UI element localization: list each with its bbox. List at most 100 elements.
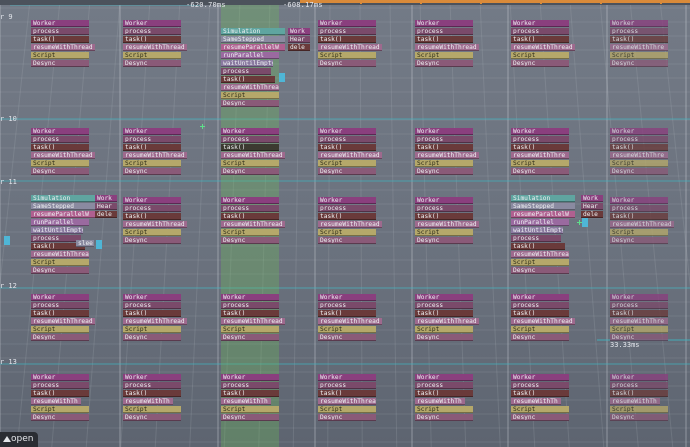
profiler-block[interactable]: process [610, 205, 668, 212]
profiler-block[interactable]: Worker [221, 197, 279, 204]
profiler-block[interactable]: task() [318, 310, 376, 317]
profiler-block[interactable]: Desync [31, 60, 89, 67]
profiler-block[interactable]: Worker [31, 20, 89, 27]
profiler-block[interactable]: process [318, 205, 376, 212]
open-button[interactable]: open [0, 432, 38, 447]
profiler-block[interactable]: Script [610, 229, 668, 236]
profiler-block[interactable]: dele [288, 44, 310, 51]
profiler-block[interactable]: task() [123, 390, 181, 397]
profiler-block[interactable]: Script [123, 160, 181, 167]
profiler-block[interactable]: Desync [123, 60, 181, 67]
profiler-block[interactable]: task() [318, 213, 376, 220]
profiler-block[interactable]: task() [123, 213, 181, 220]
profiler-block[interactable]: Worker [318, 374, 376, 381]
profiler-block[interactable]: Worker [610, 197, 668, 204]
profiler-block[interactable]: Desync [221, 168, 279, 175]
profiler-block[interactable]: process [610, 136, 668, 143]
profiler-block[interactable]: Script [318, 160, 376, 167]
profiler-block[interactable]: resumeWithThre [511, 152, 569, 159]
profiler-block[interactable]: resumeWithThread [511, 44, 575, 51]
profiler-block[interactable]: Worker [415, 374, 473, 381]
profiler-block[interactable]: resumeWithThread [31, 44, 95, 51]
profiler-block[interactable]: task() [31, 144, 89, 151]
profiler-block[interactable]: waitUntilEmpty [31, 227, 83, 234]
profiler-block[interactable]: process [221, 136, 279, 143]
profiler-block[interactable]: Script [511, 52, 569, 59]
profiler-block[interactable]: process [31, 302, 89, 309]
profiler-block[interactable]: task() [415, 390, 473, 397]
profiler-block[interactable]: resumeWithThread [31, 251, 89, 258]
profiler-block[interactable]: Worker [511, 294, 569, 301]
profiler-block[interactable]: process [318, 136, 376, 143]
profiler-block[interactable]: resumeWithThread [221, 221, 285, 228]
profiler-block[interactable]: Desync [31, 168, 89, 175]
profiler-block[interactable]: process [31, 136, 89, 143]
profiler-block[interactable]: process [610, 28, 668, 35]
profiler-block[interactable]: Desync [511, 267, 569, 274]
profiler-block[interactable]: Desync [610, 60, 668, 67]
profiler-block[interactable]: Worker [221, 374, 279, 381]
profiler-block[interactable]: Desync [415, 60, 473, 67]
profiler-block[interactable]: process [123, 136, 181, 143]
profiler-block[interactable]: process [415, 302, 473, 309]
profiler-block[interactable]: Worker [415, 20, 473, 27]
profiler-block[interactable]: resumeWithThread [221, 318, 285, 325]
profiler-block[interactable]: task() [511, 36, 569, 43]
profiler-block[interactable]: task() [318, 390, 376, 397]
profiler-block[interactable]: Script [610, 160, 668, 167]
profiler-block[interactable]: resumeWithThre [610, 318, 668, 325]
profiler-block[interactable]: process [511, 235, 561, 242]
profiler-block[interactable]: Desync [123, 168, 181, 175]
profiler-block[interactable]: resumeWithThread [415, 318, 479, 325]
profiler-block[interactable]: Desync [221, 334, 279, 341]
profiler-block[interactable]: process [610, 302, 668, 309]
profiler-block[interactable]: Script [31, 259, 89, 266]
profiler-block[interactable]: task() [415, 310, 473, 317]
profiler-block[interactable]: Worker [123, 294, 181, 301]
profiler-block[interactable]: Desync [610, 334, 668, 341]
profiler-block[interactable]: resumeWithTh [221, 398, 271, 405]
profiler-block[interactable]: waitUntilEmpty [221, 60, 273, 67]
profiler-block[interactable]: task() [318, 144, 376, 151]
profiler-block[interactable]: SameStepped [31, 203, 95, 210]
profiler-block[interactable]: Desync [610, 414, 668, 421]
profiler-block[interactable]: runParallel [221, 52, 279, 59]
profiler-block[interactable]: Worker [123, 374, 181, 381]
profiler-block[interactable]: Desync [221, 100, 279, 107]
profiler-block[interactable]: Desync [318, 168, 376, 175]
profiler-block[interactable]: runParallel [511, 219, 569, 226]
profiler-block[interactable]: Desync [415, 414, 473, 421]
profiler-block[interactable]: task() [610, 390, 668, 397]
profiler-block[interactable]: resumeWithThread [318, 398, 376, 405]
profiler-block[interactable]: Desync [318, 60, 376, 67]
profiler-block[interactable]: runParallel [31, 219, 89, 226]
profiler-block[interactable]: Worker [318, 20, 376, 27]
profiler-block[interactable]: Worker [221, 128, 279, 135]
profiler-block[interactable]: resumeWithThread [610, 221, 674, 228]
profiler-block[interactable]: process [415, 382, 473, 389]
profiler-block[interactable]: process [123, 28, 181, 35]
profiler-block[interactable]: Script [221, 326, 279, 333]
profiler-block[interactable]: Desync [123, 237, 181, 244]
profiler-block[interactable]: Worker [31, 128, 89, 135]
profiler-block[interactable]: process [123, 382, 181, 389]
profiler-block[interactable]: Worker [511, 128, 569, 135]
profiler-block[interactable]: Worker [415, 128, 473, 135]
profiler-block[interactable]: Simulation [31, 195, 95, 202]
profiler-block[interactable]: Script [318, 406, 376, 413]
profiler-block[interactable]: Desync [415, 168, 473, 175]
profiler-block[interactable]: resumeWithThread [123, 221, 187, 228]
profiler-block[interactable]: resumeWithThread [123, 152, 187, 159]
profiler-block[interactable]: Desync [415, 237, 473, 244]
profiler-block[interactable]: resumeWithThread [415, 221, 479, 228]
profiler-block[interactable]: Desync [511, 414, 569, 421]
profiler-block[interactable]: Script [123, 52, 181, 59]
profiler-block[interactable]: Simulation [511, 195, 575, 202]
profiler-block[interactable]: Worker [123, 20, 181, 27]
profiler-block[interactable]: resumeWithThread [318, 152, 382, 159]
profiler-block[interactable]: resumeWithThread [511, 318, 575, 325]
profiler-block[interactable]: dele [95, 211, 117, 218]
profiler-block[interactable]: Script [31, 326, 89, 333]
profiler-block[interactable]: resumeWithThread [31, 318, 95, 325]
profiler-block[interactable]: Script [123, 326, 181, 333]
